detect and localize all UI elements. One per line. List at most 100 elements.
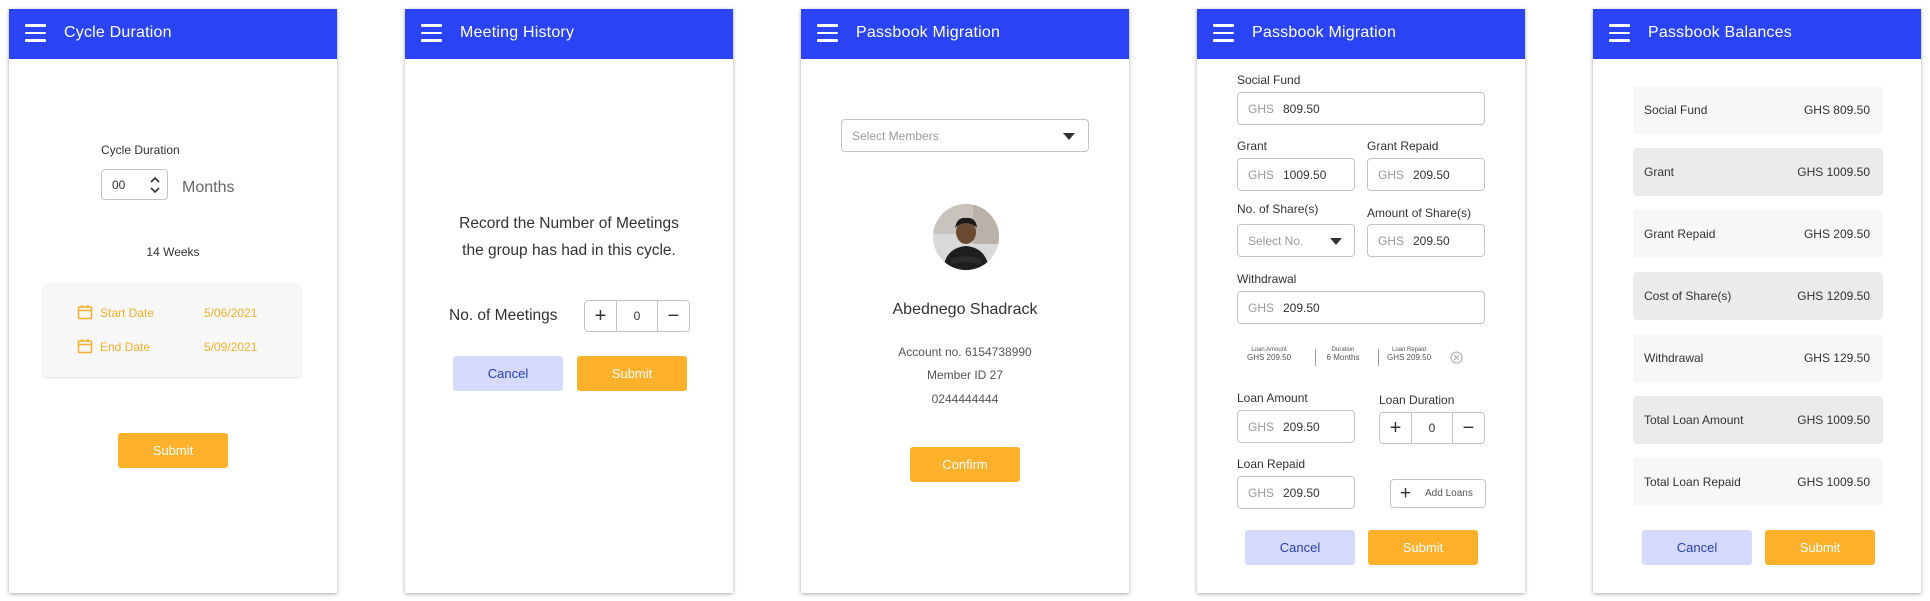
balance-row: Social Fund GHS 809.50: [1633, 86, 1883, 134]
cancel-button[interactable]: Cancel: [1642, 530, 1752, 565]
summary-duration: Duration 6 Months: [1319, 347, 1367, 362]
screen-title: Passbook Balances: [1648, 24, 1792, 41]
shares-placeholder: Select No.: [1248, 234, 1304, 248]
cancel-button[interactable]: Cancel: [1245, 530, 1355, 565]
currency-prefix: GHS: [1378, 168, 1405, 182]
summary-value: GHS 209.50: [1386, 353, 1432, 362]
menu-icon[interactable]: [25, 24, 46, 42]
currency-prefix: GHS: [1248, 102, 1275, 116]
chevron-down-icon: [1330, 238, 1342, 245]
end-date-value[interactable]: 5/09/2021: [204, 340, 257, 354]
amount-shares-label: Amount of Share(s): [1367, 206, 1472, 220]
withdrawal-label: Withdrawal: [1237, 272, 1297, 286]
screen-title: Meeting History: [460, 24, 575, 41]
currency-prefix: GHS: [1248, 168, 1275, 182]
balance-row: Grant GHS 1009.50: [1633, 148, 1883, 196]
passbook-migration-member-screen: Passbook Migration Select Members Abedne…: [801, 9, 1129, 593]
account-number: Account no. 6154738990: [898, 345, 1032, 359]
shares-dropdown[interactable]: Select No.: [1237, 224, 1355, 257]
screen-title: Passbook Migration: [856, 24, 1001, 41]
chevron-down-icon: [1063, 133, 1075, 140]
balance-label: Total Loan Repaid: [1644, 475, 1741, 489]
minus-icon[interactable]: −: [658, 301, 689, 331]
add-loans-button[interactable]: + Add Loans: [1390, 479, 1486, 508]
remove-icon[interactable]: [1450, 351, 1463, 364]
meetings-stepper[interactable]: + 0 −: [584, 300, 690, 332]
balance-row: Total Loan Amount GHS 1009.50: [1633, 396, 1883, 444]
social-fund-label: Social Fund: [1237, 73, 1301, 87]
calendar-icon: [77, 339, 93, 354]
cycle-duration-unit: Months: [182, 179, 235, 196]
loan-repaid-field[interactable]: GHS 209.50: [1237, 476, 1355, 509]
loan-duration-label: Loan Duration: [1379, 393, 1455, 407]
balance-label: Social Fund: [1644, 103, 1708, 117]
plus-icon: +: [1400, 483, 1412, 504]
menu-icon[interactable]: [421, 24, 442, 42]
amount-shares-field[interactable]: GHS 209.50: [1367, 224, 1485, 257]
currency-prefix: GHS: [1248, 420, 1275, 434]
date-range-card: Start Date 5/06/2021 End Date 5/09/2021: [43, 283, 301, 377]
balance-row: Total Loan Repaid GHS 1009.50: [1633, 458, 1883, 506]
balance-row: Cost of Share(s) GHS 1209.50: [1633, 272, 1883, 320]
submit-button[interactable]: Submit: [1368, 530, 1478, 565]
balance-label: Grant: [1644, 165, 1675, 179]
meetings-value[interactable]: 0: [616, 301, 658, 331]
minus-icon[interactable]: −: [1453, 413, 1484, 443]
meetings-label: No. of Meetings: [449, 307, 558, 324]
loan-amount-field[interactable]: GHS 209.50: [1237, 410, 1355, 443]
balance-label: Total Loan Amount: [1644, 413, 1744, 427]
balance-value: GHS 809.50: [1803, 103, 1870, 117]
select-members-dropdown[interactable]: Select Members: [841, 119, 1089, 152]
loan-repaid-value: 209.50: [1283, 486, 1320, 500]
menu-icon[interactable]: [817, 24, 838, 42]
screen-title: Cycle Duration: [64, 24, 172, 41]
divider: [1378, 349, 1379, 366]
cycle-duration-spinner[interactable]: 00: [101, 169, 168, 200]
member-id: Member ID 27: [926, 368, 1004, 382]
end-date-label: End Date: [100, 340, 151, 354]
passbook-migration-form-screen: Passbook Migration Social Fund GHS 809.5…: [1197, 9, 1525, 593]
submit-button[interactable]: Submit: [118, 433, 228, 468]
balance-value: GHS 209.50: [1803, 227, 1870, 241]
confirm-button[interactable]: Confirm: [910, 447, 1020, 482]
grant-repaid-field[interactable]: GHS 209.50: [1367, 158, 1485, 191]
weeks-text: 14 Weeks: [146, 245, 200, 259]
submit-button[interactable]: Submit: [1765, 530, 1875, 565]
currency-prefix: GHS: [1248, 301, 1275, 315]
app-bar: Meeting History: [405, 9, 733, 59]
passbook-balances-screen: Passbook Balances Social Fund GHS 809.50…: [1593, 9, 1921, 593]
summary-loan-amount: Loan Amount GHS 209.50: [1245, 347, 1293, 362]
loan-summary: Loan Amount GHS 209.50 Duration 6 Months…: [1245, 347, 1477, 369]
currency-prefix: GHS: [1248, 486, 1275, 500]
summary-value: GHS 209.50: [1246, 353, 1292, 362]
menu-icon[interactable]: [1609, 24, 1630, 42]
social-fund-field[interactable]: GHS 809.50: [1237, 92, 1485, 125]
start-date-value[interactable]: 5/06/2021: [204, 306, 257, 320]
spinner-arrows-icon[interactable]: [149, 174, 161, 196]
loan-amount-label: Loan Amount: [1237, 391, 1308, 405]
add-loans-label: Add Loans: [1425, 488, 1473, 499]
menu-icon[interactable]: [1213, 24, 1234, 42]
select-members-placeholder: Select Members: [852, 129, 939, 143]
withdrawal-field[interactable]: GHS 209.50: [1237, 291, 1485, 324]
cancel-button[interactable]: Cancel: [453, 356, 563, 391]
app-bar: Passbook Balances: [1593, 9, 1921, 59]
amount-shares-value: 209.50: [1413, 234, 1450, 248]
balance-value: GHS 1009.50: [1797, 413, 1870, 427]
loan-duration-value[interactable]: 0: [1411, 413, 1453, 443]
summary-value: 6 Months: [1326, 353, 1360, 362]
loan-repaid-label: Loan Repaid: [1237, 457, 1306, 471]
loan-amount-value: 209.50: [1283, 420, 1320, 434]
grant-repaid-value: 209.50: [1413, 168, 1450, 182]
avatar: [933, 204, 999, 270]
balance-value: GHS 1009.50: [1797, 165, 1870, 179]
currency-prefix: GHS: [1378, 234, 1405, 248]
cycle-duration-screen: Cycle Duration Cycle Duration 00 Months …: [9, 9, 337, 593]
plus-icon[interactable]: +: [585, 301, 616, 331]
calendar-icon: [77, 305, 93, 320]
loan-duration-stepper[interactable]: + 0 −: [1379, 412, 1485, 444]
submit-button[interactable]: Submit: [577, 356, 687, 391]
balance-value: GHS 1209.50: [1797, 289, 1870, 303]
grant-field[interactable]: GHS 1009.50: [1237, 158, 1355, 191]
plus-icon[interactable]: +: [1380, 413, 1411, 443]
